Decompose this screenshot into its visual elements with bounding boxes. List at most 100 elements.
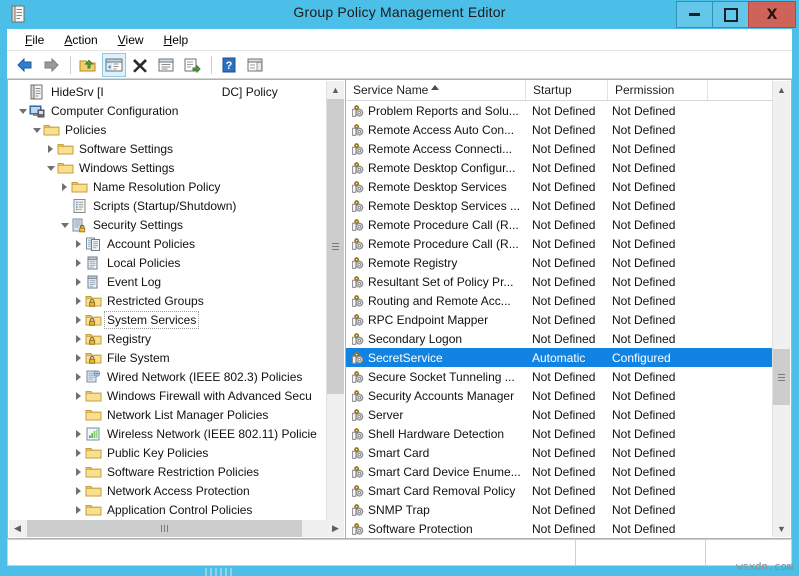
show-hide-action-pane-icon[interactable]: [243, 53, 267, 77]
service-row[interactable]: Remote Procedure Call (R...Not DefinedNo…: [346, 234, 776, 253]
tree-item-computer-configuration[interactable]: Computer Configuration: [8, 101, 326, 120]
tree-twisty-collapsed-icon[interactable]: [72, 367, 85, 386]
tree-item-wired-network-ieee-802-3-policies[interactable]: Wired Network (IEEE 802.3) Policies: [8, 367, 326, 386]
tree-item-name-resolution-policy[interactable]: Name Resolution Policy: [8, 177, 326, 196]
service-row[interactable]: SecretServiceAutomaticConfigured: [346, 348, 776, 367]
tree-item-network-access-protection[interactable]: Network Access Protection: [8, 481, 326, 500]
export-list-icon[interactable]: [180, 53, 204, 77]
tree-twisty-collapsed-icon[interactable]: [72, 291, 85, 310]
show-hide-console-tree-icon[interactable]: [102, 53, 126, 77]
tree-twisty-expanded-icon[interactable]: [30, 120, 43, 139]
tree-twisty-collapsed-icon[interactable]: [72, 462, 85, 481]
tree-item-policies[interactable]: Policies: [8, 120, 326, 139]
service-row[interactable]: Remote Desktop Services ...Not DefinedNo…: [346, 196, 776, 215]
service-row[interactable]: Smart CardNot DefinedNot Defined: [346, 443, 776, 462]
tree-root-item[interactable]: HideSrv [IDC] Policy: [8, 82, 326, 101]
menu-item-help[interactable]: Help: [154, 31, 199, 49]
tree-twisty-collapsed-icon[interactable]: [72, 253, 85, 272]
tree-twisty-collapsed-icon[interactable]: [72, 234, 85, 253]
tree-twisty-collapsed-icon[interactable]: [44, 139, 57, 158]
scroll-right-icon[interactable]: ▶: [327, 520, 344, 537]
tree-twisty-collapsed-icon[interactable]: [72, 329, 85, 348]
service-row[interactable]: Problem Reports and Solu...Not DefinedNo…: [346, 101, 776, 120]
service-row[interactable]: Smart Card Removal PolicyNot DefinedNot …: [346, 481, 776, 500]
tree-twisty-collapsed-icon[interactable]: [58, 177, 71, 196]
maximize-button[interactable]: [712, 1, 749, 28]
tree-item-windows-settings[interactable]: Windows Settings: [8, 158, 326, 177]
scroll-left-icon[interactable]: ◀: [9, 520, 26, 537]
service-row[interactable]: Remote Access Connecti...Not DefinedNot …: [346, 139, 776, 158]
tree-item-software-restriction-policies[interactable]: Software Restriction Policies: [8, 462, 326, 481]
service-gear-icon: [348, 350, 366, 366]
tree-twisty-collapsed-icon[interactable]: [72, 481, 85, 500]
list-vertical-scrollbar[interactable]: ▲ ▼: [772, 81, 790, 537]
forward-icon[interactable]: [39, 53, 63, 77]
tree-item-application-control-policies[interactable]: Application Control Policies: [8, 500, 326, 519]
tree-item-system-services[interactable]: System Services: [8, 310, 326, 329]
tree-twisty-collapsed-icon[interactable]: [72, 310, 85, 329]
up-one-level-icon[interactable]: [76, 53, 100, 77]
tree-twisty[interactable]: [16, 82, 29, 101]
tree-item-public-key-policies[interactable]: Public Key Policies: [8, 443, 326, 462]
service-row[interactable]: Security Accounts ManagerNot DefinedNot …: [346, 386, 776, 405]
close-button[interactable]: X: [748, 1, 796, 28]
delete-icon[interactable]: [128, 53, 152, 77]
service-row[interactable]: Resultant Set of Policy Pr...Not Defined…: [346, 272, 776, 291]
tree-twisty-collapsed-icon[interactable]: [72, 443, 85, 462]
tree-item-account-policies[interactable]: Account Policies: [8, 234, 326, 253]
service-row[interactable]: ServerNot DefinedNot Defined: [346, 405, 776, 424]
service-row[interactable]: Smart Card Device Enume...Not DefinedNot…: [346, 462, 776, 481]
tree-twisty-collapsed-icon[interactable]: [72, 386, 85, 405]
menu-item-action[interactable]: Action: [54, 31, 107, 49]
service-row[interactable]: Secure Socket Tunneling ...Not DefinedNo…: [346, 367, 776, 386]
tree-item-wireless-network-ieee-802-11-policie[interactable]: Wireless Network (IEEE 802.11) Policie: [8, 424, 326, 443]
column-header-startup[interactable]: Startup: [526, 80, 608, 100]
menu-item-view[interactable]: View: [108, 31, 154, 49]
column-header-service-name[interactable]: Service Name: [346, 80, 526, 100]
tree-item-windows-firewall-with-advanced-secu[interactable]: Windows Firewall with Advanced Secu: [8, 386, 326, 405]
tree-twisty-collapsed-icon[interactable]: [72, 272, 85, 291]
tree-item-registry[interactable]: Registry: [8, 329, 326, 348]
back-icon[interactable]: [13, 53, 37, 77]
scroll-up-icon[interactable]: ▲: [773, 81, 790, 98]
service-row[interactable]: Remote RegistryNot DefinedNot Defined: [346, 253, 776, 272]
tree-item-local-policies[interactable]: Local Policies: [8, 253, 326, 272]
tree-vertical-scrollbar[interactable]: ▲ ▼: [326, 81, 344, 537]
service-list[interactable]: Problem Reports and Solu...Not DefinedNo…: [346, 101, 776, 538]
service-row[interactable]: Remote Access Auto Con...Not DefinedNot …: [346, 120, 776, 139]
tree-item-scripts-startup-shutdown[interactable]: Scripts (Startup/Shutdown): [8, 196, 326, 215]
service-row[interactable]: Software ProtectionNot DefinedNot Define…: [346, 519, 776, 538]
tree-twisty-expanded-icon[interactable]: [58, 215, 71, 234]
service-row[interactable]: Remote Desktop ServicesNot DefinedNot De…: [346, 177, 776, 196]
service-row[interactable]: Remote Procedure Call (R...Not DefinedNo…: [346, 215, 776, 234]
tree-item-file-system[interactable]: File System: [8, 348, 326, 367]
tree-twisty-expanded-icon[interactable]: [16, 101, 29, 120]
tree-item-event-log[interactable]: Event Log: [8, 272, 326, 291]
column-header-permission[interactable]: Permission: [608, 80, 708, 100]
help-icon[interactable]: ?: [217, 53, 241, 77]
tree-twisty-collapsed-icon[interactable]: [72, 348, 85, 367]
service-row[interactable]: Secondary LogonNot DefinedNot Defined: [346, 329, 776, 348]
tree-item-restricted-groups[interactable]: Restricted Groups: [8, 291, 326, 310]
service-row[interactable]: Routing and Remote Acc...Not DefinedNot …: [346, 291, 776, 310]
tree-horizontal-scrollbar[interactable]: ◀ ▶: [9, 520, 344, 537]
tree-item-software-settings[interactable]: Software Settings: [8, 139, 326, 158]
tree-scroll-thumb[interactable]: [327, 99, 344, 394]
minimize-button[interactable]: [676, 1, 713, 28]
tree-twisty-collapsed-icon[interactable]: [72, 500, 85, 519]
scroll-down-icon[interactable]: ▼: [773, 520, 790, 537]
service-row[interactable]: RPC Endpoint MapperNot DefinedNot Define…: [346, 310, 776, 329]
tree-twisty-expanded-icon[interactable]: [44, 158, 57, 177]
menu-item-file[interactable]: File: [15, 31, 54, 49]
service-row[interactable]: Shell Hardware DetectionNot DefinedNot D…: [346, 424, 776, 443]
tree-item-security-settings[interactable]: Security Settings: [8, 215, 326, 234]
properties-icon[interactable]: [154, 53, 178, 77]
service-row[interactable]: Remote Desktop Configur...Not DefinedNot…: [346, 158, 776, 177]
scroll-up-icon[interactable]: ▲: [327, 81, 344, 98]
list-scroll-thumb[interactable]: [773, 349, 790, 405]
service-row[interactable]: SNMP TrapNot DefinedNot Defined: [346, 500, 776, 519]
tree-item-network-list-manager-policies[interactable]: Network List Manager Policies: [8, 405, 326, 424]
tree-twisty-collapsed-icon[interactable]: [72, 424, 85, 443]
tree-hscroll-thumb[interactable]: [27, 520, 302, 537]
console-tree[interactable]: HideSrv [IDC] PolicyComputer Configurati…: [8, 82, 326, 520]
